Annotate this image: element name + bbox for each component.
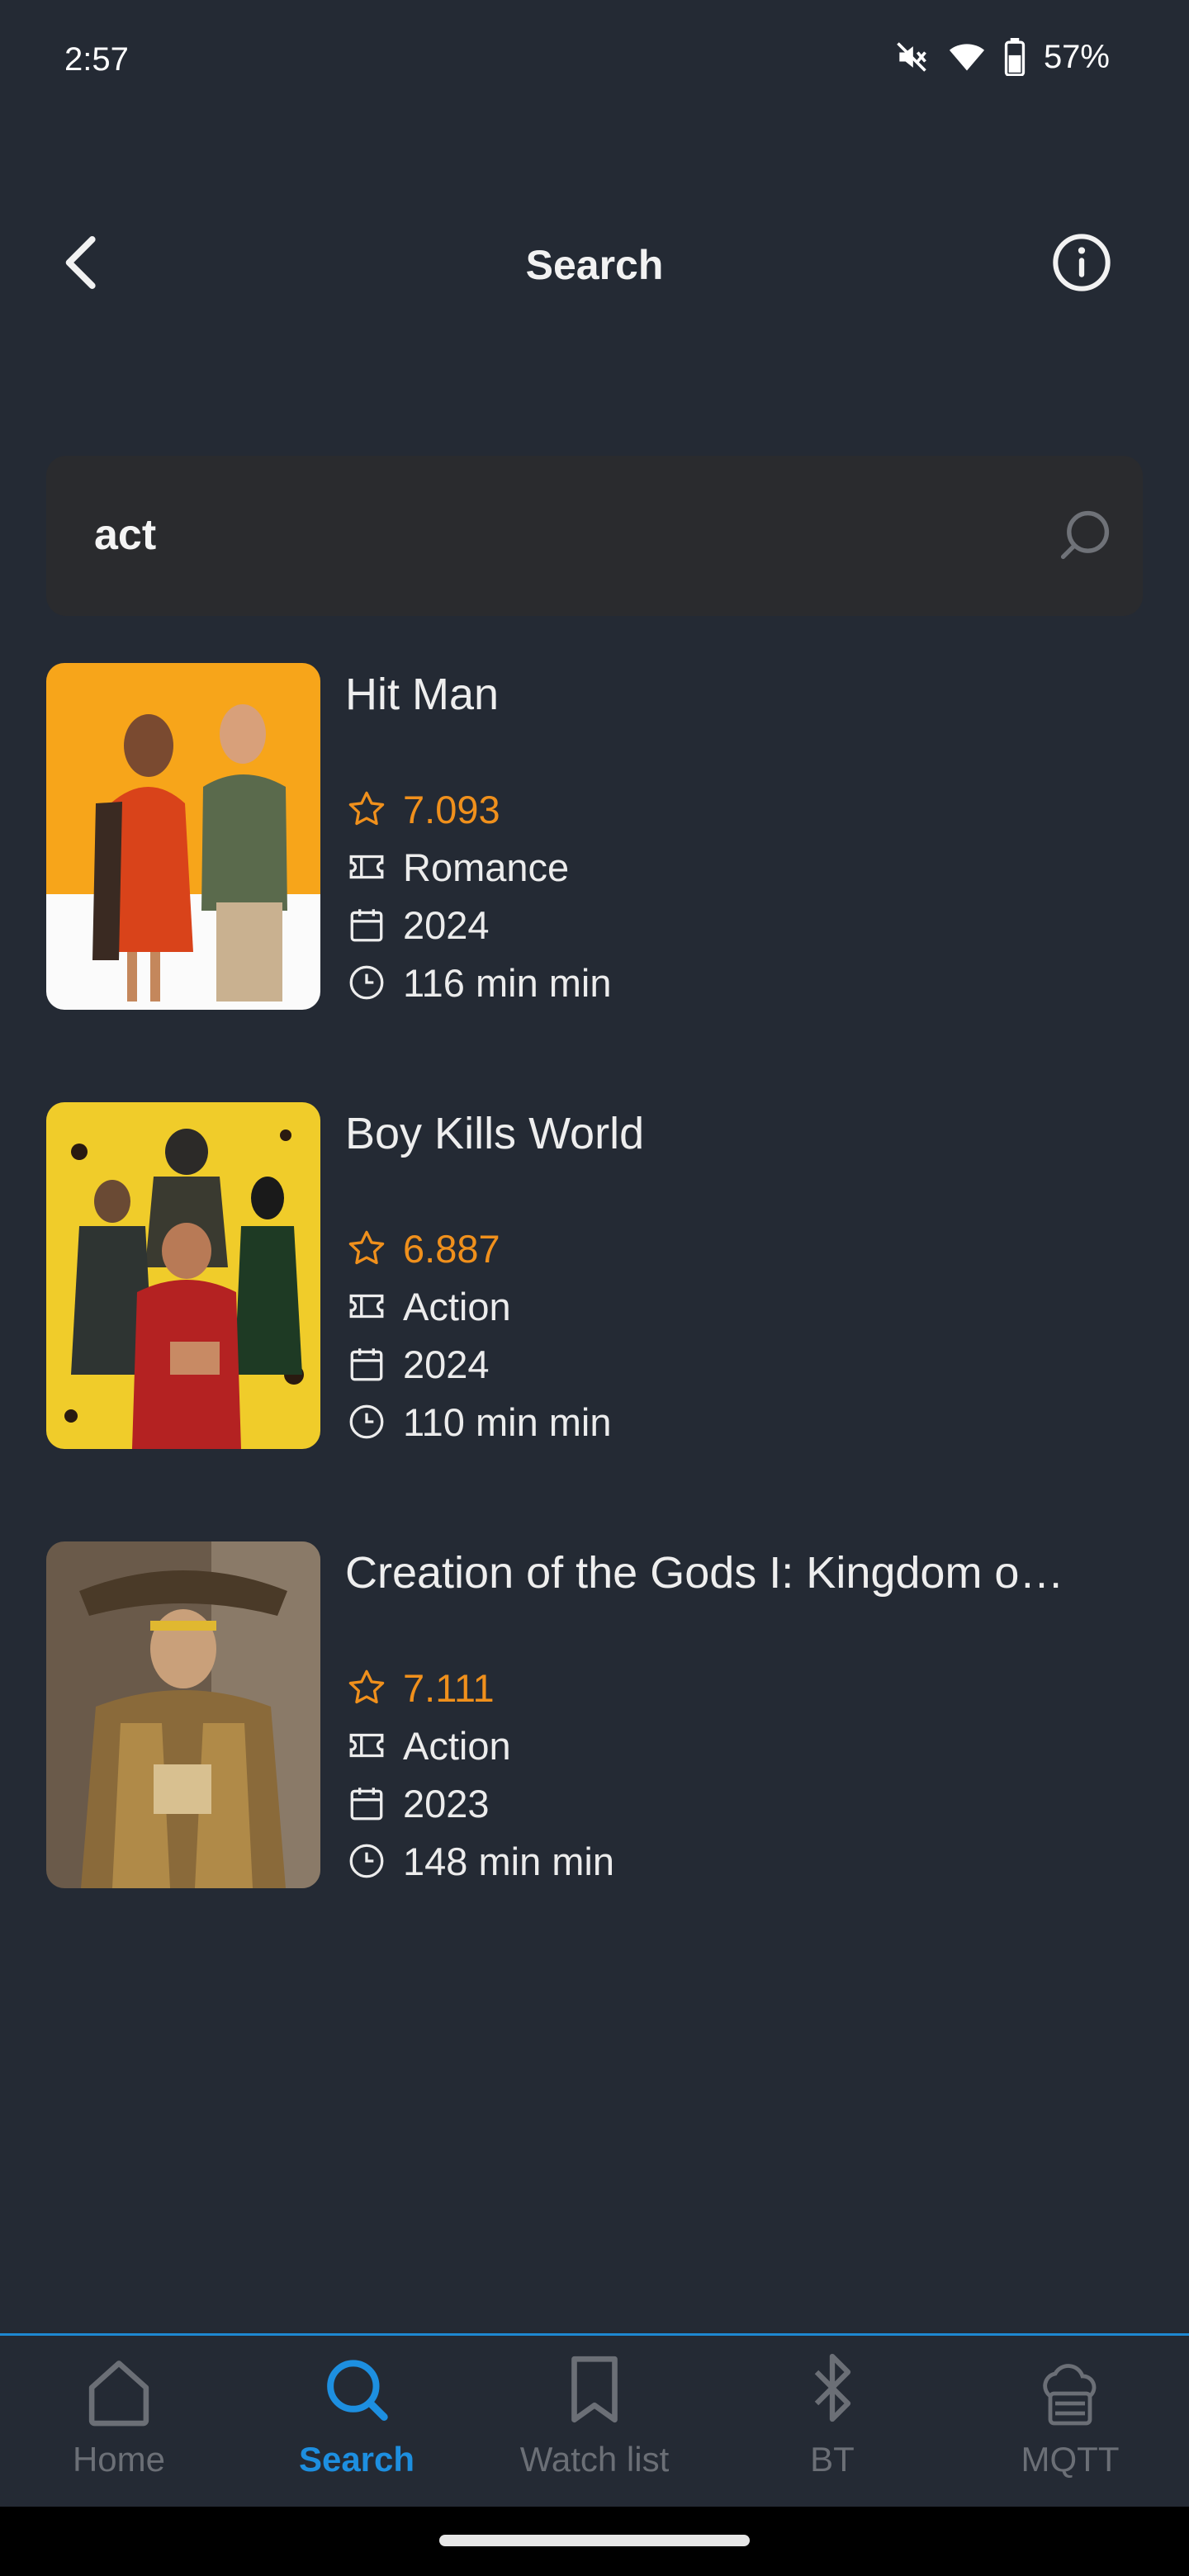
nav-label: BT	[810, 2440, 855, 2479]
nav-label: Home	[72, 2440, 166, 2479]
home-gesture-handle[interactable]	[439, 2535, 750, 2546]
search-icon	[1055, 505, 1115, 569]
poster-image	[46, 1102, 320, 1449]
runtime-row: 116 min min	[345, 954, 1143, 1011]
rating-row: 7.111	[345, 1659, 1143, 1717]
genre-row: Action	[345, 1717, 1143, 1774]
clock-icon	[345, 1400, 388, 1443]
app-bar: Search	[0, 198, 1189, 330]
battery-icon	[1004, 38, 1026, 76]
star-icon	[345, 1666, 388, 1709]
info-button[interactable]	[1049, 231, 1115, 297]
mqtt-icon	[1033, 2363, 1107, 2433]
year-value: 2024	[403, 902, 490, 947]
star-icon	[345, 788, 388, 831]
year-row: 2024	[345, 1335, 1143, 1393]
runtime-value: 148 min min	[403, 1839, 614, 1883]
calendar-icon	[345, 1782, 388, 1825]
nav-item-mqtt[interactable]: MQTT	[951, 2336, 1189, 2509]
runtime-row: 148 min min	[345, 1832, 1143, 1890]
clock-icon	[345, 961, 388, 1004]
wifi-icon	[948, 39, 986, 75]
ticket-icon	[345, 1285, 388, 1328]
runtime-value: 110 min min	[403, 1399, 612, 1444]
list-item[interactable]: Boy Kills World 6.887 Action 2024 110 mi…	[46, 1102, 1143, 1541]
movie-info: Creation of the Gods I: Kingdom o… 7.111…	[345, 1541, 1143, 1890]
ticket-icon	[345, 1724, 388, 1767]
year-row: 2024	[345, 896, 1143, 954]
list-item[interactable]: Hit Man 7.093 Romance 2024 116 min min	[46, 663, 1143, 1102]
bluetooth-icon	[801, 2346, 864, 2433]
star-icon	[345, 1227, 388, 1270]
info-icon	[1050, 231, 1113, 298]
rating-row: 7.093	[345, 780, 1143, 838]
nav-item-watch-list[interactable]: Watch list	[476, 2336, 713, 2509]
genre-value: Action	[403, 1284, 511, 1328]
search-icon	[322, 2355, 391, 2433]
calendar-icon	[345, 1342, 388, 1385]
genre-row: Romance	[345, 838, 1143, 896]
calendar-icon	[345, 903, 388, 946]
nav-label: Search	[298, 2440, 415, 2479]
clock-icon	[345, 1840, 388, 1882]
nav-item-bt[interactable]: BT	[713, 2336, 951, 2509]
page-title: Search	[525, 242, 664, 288]
year-value: 2023	[403, 1781, 490, 1825]
bookmark-icon	[560, 2350, 629, 2433]
genre-value: Romance	[403, 845, 570, 889]
search-field[interactable]	[46, 456, 1143, 616]
rating-row: 6.887	[345, 1219, 1143, 1277]
mute-icon	[893, 39, 930, 75]
movie-info: Boy Kills World 6.887 Action 2024 110 mi…	[345, 1102, 1143, 1451]
rating-value: 6.887	[403, 1226, 500, 1271]
nav-item-search[interactable]: Search	[238, 2336, 476, 2509]
battery-percent: 57%	[1043, 38, 1110, 75]
rating-value: 7.111	[403, 1665, 495, 1710]
movie-title: Creation of the Gods I: Kingdom o…	[345, 1548, 1064, 1598]
home-icon	[84, 2355, 154, 2433]
nav-label: MQTT	[1021, 2440, 1120, 2479]
bottom-nav: Home Search Watch list BT MQTT	[0, 2333, 1189, 2507]
ticket-icon	[345, 845, 388, 888]
movie-title: Hit Man	[345, 670, 500, 719]
search-input[interactable]	[94, 502, 1002, 568]
runtime-value: 116 min min	[403, 960, 612, 1005]
status-time: 2:57	[64, 41, 129, 78]
poster-image	[46, 663, 320, 1010]
system-nav-bar	[0, 2507, 1189, 2576]
poster-image	[46, 1541, 320, 1888]
results-list: Hit Man 7.093 Romance 2024 116 min min B…	[46, 663, 1143, 1981]
nav-item-home[interactable]: Home	[0, 2336, 238, 2509]
movie-info: Hit Man 7.093 Romance 2024 116 min min	[345, 663, 1143, 1011]
runtime-row: 110 min min	[345, 1393, 1143, 1451]
rating-value: 7.093	[403, 787, 500, 831]
genre-row: Action	[345, 1277, 1143, 1335]
status-bar: 2:57 57%	[0, 0, 1189, 116]
nav-label: Watch list	[519, 2440, 670, 2479]
year-row: 2023	[345, 1774, 1143, 1832]
genre-value: Action	[403, 1723, 511, 1768]
list-item[interactable]: Creation of the Gods I: Kingdom o… 7.111…	[46, 1541, 1143, 1981]
movie-title: Boy Kills World	[345, 1109, 645, 1158]
search-submit-button[interactable]	[1052, 504, 1118, 570]
status-icons: 57%	[893, 38, 1110, 76]
year-value: 2024	[403, 1342, 490, 1386]
